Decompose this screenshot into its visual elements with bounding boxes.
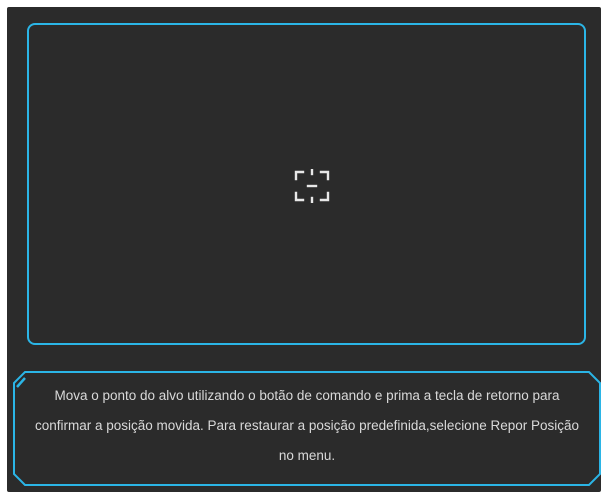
screen-background: Mova o ponto do alvo utilizando o botão … xyxy=(7,7,601,492)
focus-crosshair-icon[interactable] xyxy=(293,169,331,203)
info-panel: Mova o ponto do alvo utilizando o botão … xyxy=(13,371,601,486)
target-area-frame xyxy=(27,23,586,345)
instruction-text: Mova o ponto do alvo utilizando o botão … xyxy=(34,388,580,463)
